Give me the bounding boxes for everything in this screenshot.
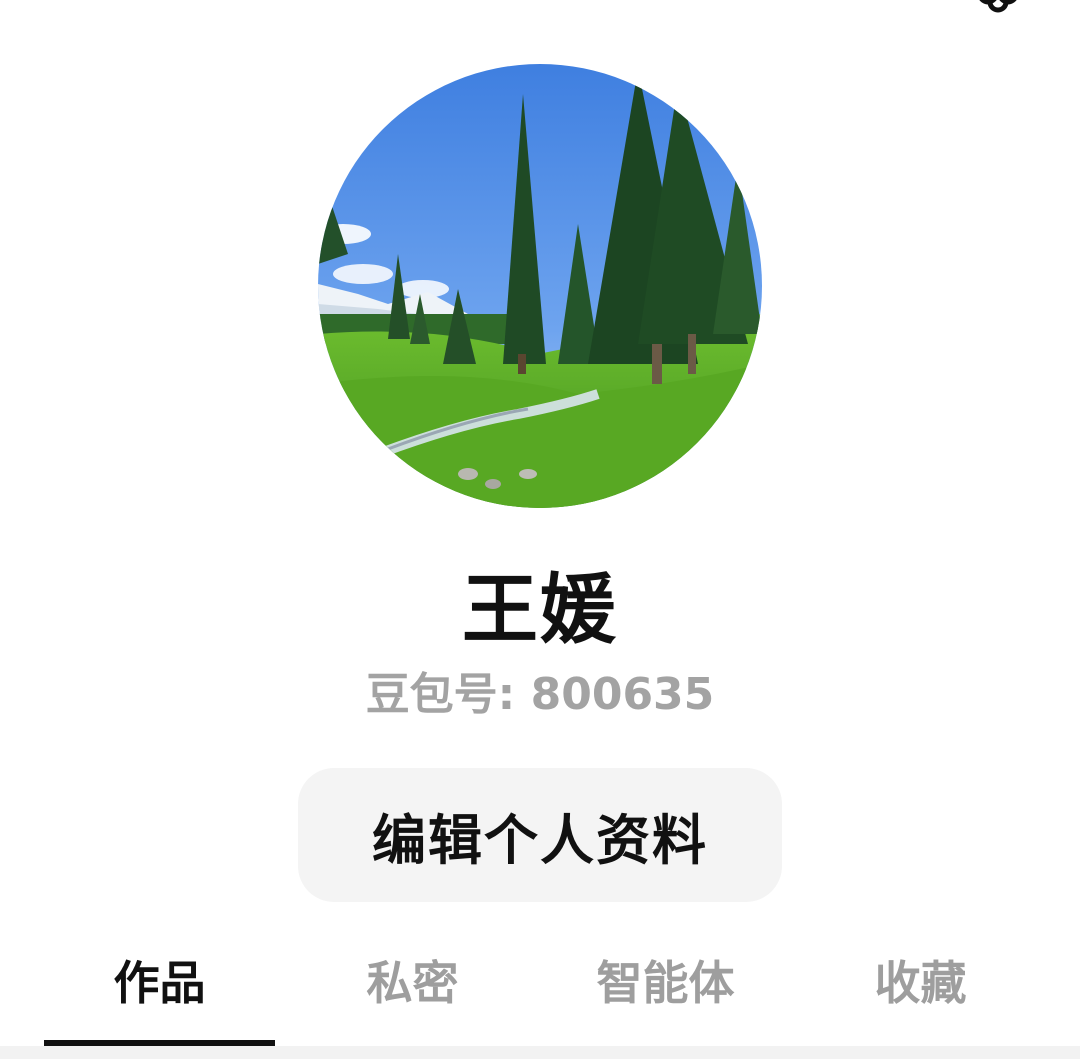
landscape-photo-avatar bbox=[318, 64, 762, 508]
tab-agents[interactable]: 智能体 bbox=[550, 930, 781, 1030]
tab-works[interactable]: 作品 bbox=[44, 930, 275, 1030]
avatar[interactable] bbox=[318, 64, 762, 508]
settings-icon[interactable] bbox=[968, 0, 1028, 14]
divider bbox=[0, 1046, 1080, 1059]
tab-private[interactable]: 私密 bbox=[297, 930, 528, 1030]
profile-id: 豆包号: 800635 bbox=[365, 669, 715, 720]
profile-name: 王媛 bbox=[462, 565, 618, 654]
profile-tabs: 作品 私密 智能体 收藏 bbox=[0, 930, 1080, 1040]
tab-favorites[interactable]: 收藏 bbox=[805, 930, 1036, 1030]
edit-profile-button[interactable]: 编辑个人资料 bbox=[298, 768, 782, 902]
